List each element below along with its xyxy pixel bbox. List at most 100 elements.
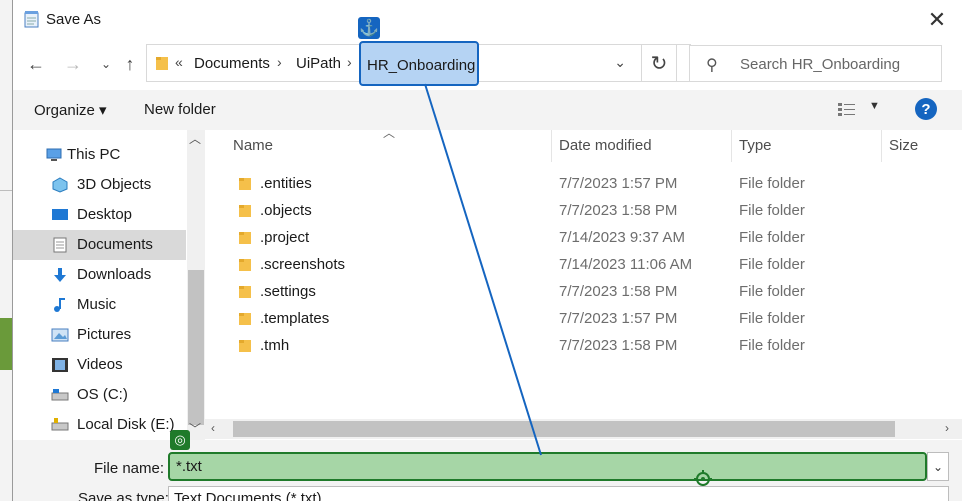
file-date: 7/7/2023 1:58 PM [559, 202, 678, 219]
nav-item-local-disk-e[interactable]: Local Disk (E:) [13, 410, 186, 440]
nav-label: 3D Objects [77, 176, 152, 193]
file-date: 7/14/2023 9:37 AM [559, 229, 685, 246]
column-header-type[interactable]: Type [739, 137, 772, 154]
nav-item-3d-objects[interactable]: 3D Objects [13, 170, 186, 200]
file-type: File folder [739, 310, 805, 327]
recent-locations-button[interactable]: ⌄ [95, 52, 117, 76]
save-as-type-select[interactable]: Text Documents (*.txt) [168, 486, 949, 501]
music-icon [54, 298, 65, 312]
file-date: 7/14/2023 11:06 AM [559, 256, 693, 273]
nav-label: OS (C:) [77, 386, 128, 403]
file-list: ︿ Name Date modified Type Size .entities… [205, 126, 962, 440]
table-row[interactable]: .project 7/14/2023 9:37 AM File folder [205, 225, 962, 252]
column-header-date[interactable]: Date modified [559, 137, 652, 154]
file-name-dropdown[interactable]: ⌄ [927, 452, 949, 481]
scroll-left-icon[interactable]: ‹ [211, 421, 215, 435]
breadcrumb-documents[interactable]: Documents [194, 55, 270, 72]
folder-icon [239, 313, 251, 325]
refresh-button[interactable]: ↻ [641, 44, 677, 82]
file-date: 7/7/2023 1:57 PM [559, 175, 678, 192]
breadcrumb-separator-icon[interactable]: › [347, 54, 352, 70]
organize-button[interactable]: Organize ▾ [34, 101, 107, 119]
save-as-type-value: Text Documents (*.txt) [174, 490, 322, 501]
file-date: 7/7/2023 1:58 PM [559, 337, 678, 354]
nav-item-pictures[interactable]: Pictures [13, 320, 186, 350]
search-icon: ⚲ [706, 57, 718, 74]
file-date: 7/7/2023 1:57 PM [559, 310, 678, 327]
view-dropdown-icon[interactable]: ▼ [869, 100, 880, 112]
overflow-chevron[interactable]: « [175, 54, 183, 70]
table-row[interactable]: .screenshots 7/14/2023 11:06 AM File fol… [205, 252, 962, 279]
background-divider [0, 190, 12, 191]
desktop-icon [52, 209, 68, 220]
scroll-up-icon[interactable]: ︿ [189, 130, 201, 147]
command-toolbar: Organize ▾ New folder ▼ ? [13, 90, 962, 130]
search-placeholder: Search HR_Onboarding [740, 56, 901, 73]
column-divider[interactable] [881, 130, 882, 162]
nav-item-desktop[interactable]: Desktop [13, 200, 186, 230]
nav-item-this-pc[interactable]: This PC [13, 140, 186, 170]
sort-ascending-icon: ︿ [383, 126, 396, 140]
target-icon: ◎ [170, 430, 190, 450]
file-name: .settings [260, 283, 316, 300]
address-bar[interactable]: « Documents › UiPath › HR_Onboarding ⌄ [146, 41, 691, 86]
nav-item-downloads[interactable]: Downloads [13, 260, 186, 290]
table-row[interactable]: .tmh 7/7/2023 1:58 PM File folder [205, 333, 962, 360]
scroll-right-icon[interactable]: › [945, 421, 949, 435]
nav-label: Downloads [77, 266, 152, 283]
file-name-input[interactable]: *.txt [168, 452, 927, 488]
close-button[interactable]: ✕ [923, 6, 951, 34]
save-as-type-label: Save as type: [78, 490, 169, 501]
back-button[interactable]: ← [25, 52, 47, 76]
up-button[interactable]: ↑ [119, 52, 141, 76]
table-row[interactable]: .settings 7/7/2023 1:58 PM File folder [205, 279, 962, 306]
table-row[interactable]: .entities 7/7/2023 1:57 PM File folder [205, 171, 962, 198]
address-dropdown-icon[interactable]: ⌄ [614, 54, 626, 71]
scroll-down-icon[interactable]: ﹀ [189, 420, 201, 437]
file-type: File folder [739, 202, 805, 219]
scroll-thumb[interactable] [188, 270, 204, 425]
column-divider[interactable] [551, 130, 552, 162]
table-row[interactable]: .objects 7/7/2023 1:58 PM File folder [205, 198, 962, 225]
window-title: Save As [46, 11, 102, 28]
file-name: .entities [260, 175, 312, 192]
nav-label: Videos [77, 356, 123, 373]
breadcrumb-hr-onboarding[interactable]: HR_Onboarding [359, 41, 479, 86]
column-header-name[interactable]: Name [233, 137, 273, 154]
drive-icon [51, 418, 69, 431]
videos-icon [52, 358, 68, 372]
nav-item-documents[interactable]: Documents [13, 230, 186, 260]
nav-label: Music [77, 296, 117, 313]
save-as-dialog: Save As ✕ ← → ⌄ ↑ « Documents › UiPath ›… [12, 0, 962, 501]
folder-icon [239, 178, 251, 190]
breadcrumb-separator-icon[interactable]: › [277, 54, 282, 70]
file-date: 7/7/2023 1:58 PM [559, 283, 678, 300]
folder-icon [239, 286, 251, 298]
column-header-size[interactable]: Size [889, 137, 918, 154]
horizontal-scrollbar[interactable]: ‹ › [205, 419, 962, 439]
file-name: .project [260, 229, 310, 246]
navigation-pane: This PC 3D Objects Desktop Documents Dow… [13, 130, 205, 440]
folder-icon [239, 340, 251, 352]
nav-item-os-c[interactable]: OS (C:) [13, 380, 186, 410]
close-icon: ✕ [927, 7, 947, 32]
3d-objects-icon [52, 177, 68, 193]
help-icon[interactable]: ? [915, 98, 937, 120]
nav-item-videos[interactable]: Videos [13, 350, 186, 380]
column-divider[interactable] [731, 130, 732, 162]
nav-item-music[interactable]: Music [13, 290, 186, 320]
new-folder-button[interactable]: New folder [144, 101, 216, 118]
view-options-icon[interactable] [837, 102, 857, 118]
nav-scrollbar[interactable]: ︿ ﹀ [187, 130, 205, 440]
back-arrow-icon: ← [27, 53, 45, 74]
search-input[interactable]: ⚲ Search HR_Onboarding [689, 45, 942, 82]
scroll-thumb[interactable] [233, 421, 895, 437]
breadcrumb-uipath[interactable]: UiPath [296, 55, 341, 72]
file-type: File folder [739, 337, 805, 354]
downloads-icon [54, 268, 66, 282]
forward-button[interactable]: → [62, 52, 84, 76]
file-type: File folder [739, 175, 805, 192]
documents-icon [53, 237, 67, 253]
table-row[interactable]: .templates 7/7/2023 1:57 PM File folder [205, 306, 962, 333]
nav-label: Desktop [77, 206, 133, 223]
